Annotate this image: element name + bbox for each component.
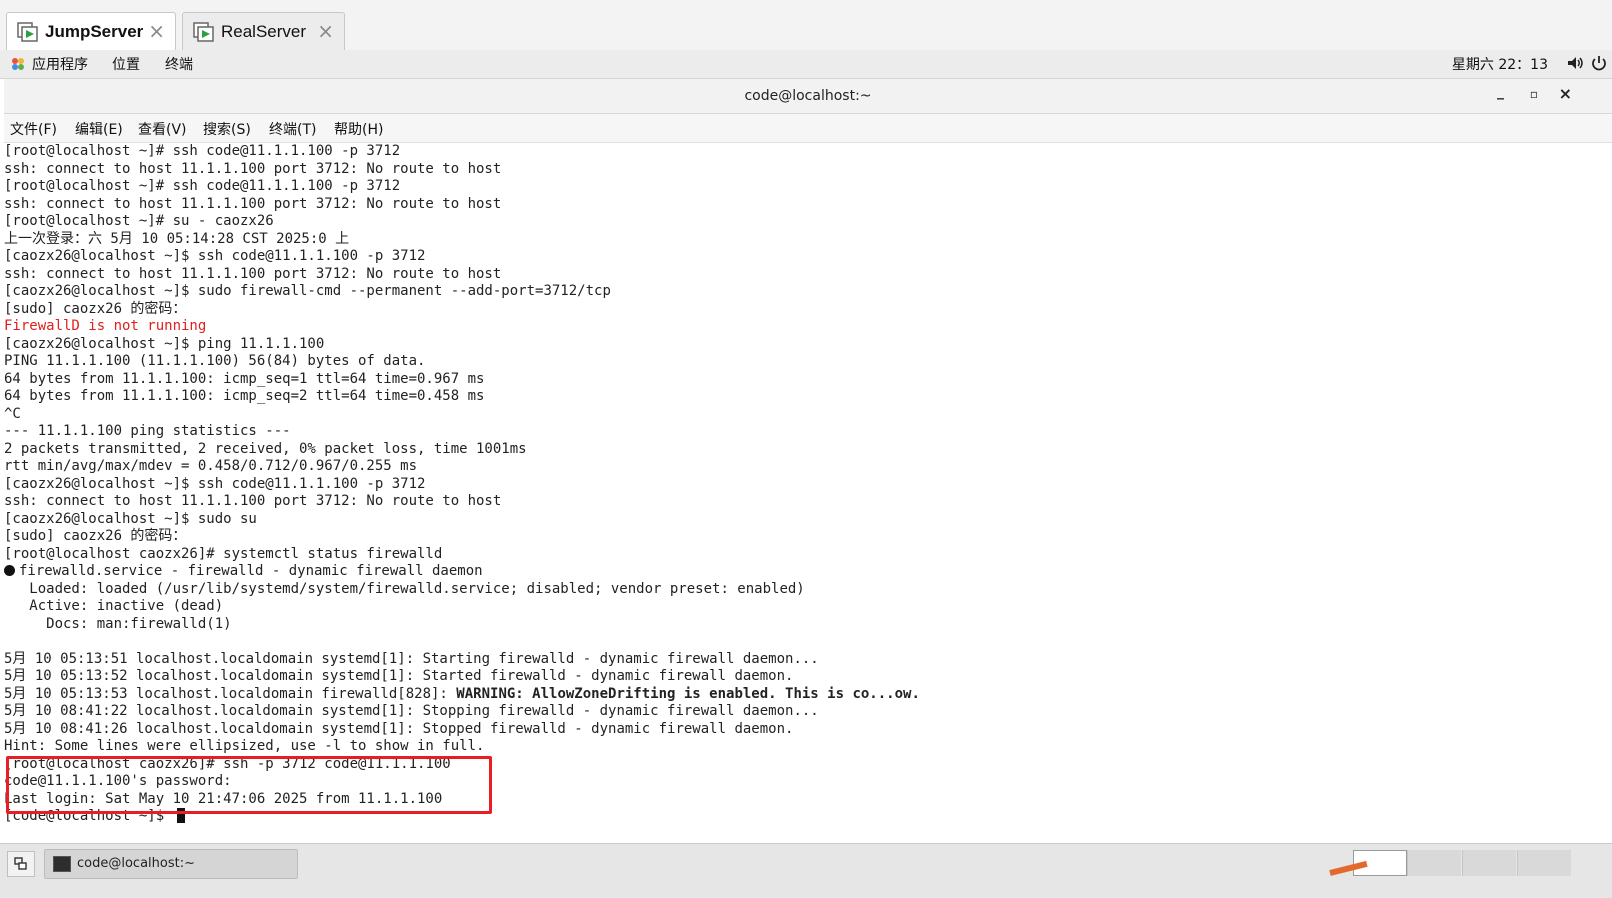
menu-file[interactable]: 文件(F) [10, 119, 57, 139]
terminal-output[interactable]: [root@localhost ~]# ssh code@11.1.1.100 … [4, 143, 1612, 843]
menu-terminal[interactable]: 终端(T) [269, 119, 316, 139]
terminal-line: 64 bytes from 11.1.1.100: icmp_seq=1 ttl… [4, 370, 485, 387]
terminal-icon [53, 856, 71, 872]
terminal-line: Active: inactive (dead) [4, 598, 224, 614]
service-name: firewalld.service - firewalld - dynamic … [19, 563, 483, 579]
terminal-line: [caozx26@localhost ~]$ sudo firewall-cmd… [4, 283, 611, 299]
terminal-line: Loaded: loaded (/usr/lib/systemd/system/… [4, 580, 805, 597]
terminal-menu[interactable]: 终端 [165, 54, 193, 74]
terminal-line: rtt min/avg/max/mdev = 0.458/0.712/0.967… [4, 458, 418, 474]
gnome-top-bar: 应用程序 位置 终端 星期六 22：13 [0, 50, 1612, 79]
close-button[interactable]: × [1559, 84, 1572, 103]
applications-icon [10, 56, 26, 76]
terminal-line: [caozx26@localhost ~]$ ping 11.1.1.100 [4, 335, 325, 352]
log-prefix: 5月 10 05:13:53 localhost.localdomain fir… [4, 685, 457, 702]
terminal-line: [sudo] caozx26 的密码： [4, 300, 187, 317]
window-title-bar[interactable]: code@localhost:~ _ ▫ × [4, 79, 1612, 114]
power-icon[interactable] [1590, 54, 1608, 76]
vm-tab-label: RealServer [221, 21, 307, 41]
terminal-line: 5月 10 05:13:53 localhost.localdomain fir… [4, 686, 920, 704]
clock[interactable]: 星期六 22：13 [1452, 54, 1548, 74]
workspace-3[interactable] [1462, 850, 1516, 876]
taskbar-terminal-button[interactable]: code@localhost:~ [44, 849, 298, 879]
vm-tab-strip: JumpServer × RealServer × [0, 0, 1612, 51]
terminal-line: ssh: connect to host 11.1.1.100 port 371… [4, 195, 502, 212]
terminal-menubar: 文件(F) 编辑(E) 查看(V) 搜索(S) 终端(T) 帮助(H) [4, 114, 1612, 143]
menu-help[interactable]: 帮助(H) [334, 119, 383, 139]
window-title: code@localhost:~ [744, 88, 872, 104]
terminal-line: PING 11.1.1.100 (11.1.1.100) 56(84) byte… [4, 353, 426, 369]
menu-view[interactable]: 查看(V) [138, 119, 187, 139]
terminal-line: 5月 10 08:41:22 localhost.localdomain sys… [4, 703, 819, 719]
highlight-box [6, 756, 492, 814]
terminal-line: [root@localhost ~]# ssh code@11.1.1.100 … [4, 178, 401, 194]
vm-play-icon [17, 21, 39, 42]
terminal-line: [root@localhost caozx26]# systemctl stat… [4, 545, 443, 562]
terminal-line: ssh: connect to host 11.1.1.100 port 371… [4, 265, 502, 282]
terminal-line: 5月 10 05:13:51 localhost.localdomain sys… [4, 650, 819, 667]
menu-edit[interactable]: 编辑(E) [75, 119, 123, 139]
terminal-line: ^C [4, 405, 21, 422]
show-desktop-icon[interactable] [7, 851, 35, 877]
terminal-line: [sudo] caozx26 的密码： [4, 528, 187, 544]
status-dot-icon [4, 565, 15, 576]
terminal-line: Hint: Some lines were ellipsized, use -l… [4, 738, 485, 754]
applications-menu[interactable]: 应用程序 [32, 54, 88, 74]
screen: JumpServer × RealServer × 应用程序 位置 终端 星期六… [0, 0, 1612, 898]
terminal-line: 64 bytes from 11.1.1.100: icmp_seq=2 ttl… [4, 388, 485, 404]
close-icon[interactable]: × [148, 21, 165, 41]
error-line: FirewallD is not running [4, 318, 207, 334]
terminal-line: [caozx26@localhost ~]$ sudo su [4, 510, 257, 527]
terminal-line: [caozx26@localhost ~]$ ssh code@11.1.1.1… [4, 248, 426, 264]
terminal-line: ssh: connect to host 11.1.1.100 port 371… [4, 493, 502, 509]
terminal-line: 上一次登录：六 5月 10 05:14:28 CST 2025:0 上 [4, 230, 350, 247]
vm-tab-jumpserver[interactable]: JumpServer × [6, 12, 176, 50]
terminal-line: [root@localhost ~]# su - caozx26 [4, 213, 274, 229]
terminal-line: Docs: man:firewalld(1) [4, 615, 232, 632]
terminal-line: firewalld.service - firewalld - dynamic … [4, 563, 483, 581]
vm-tab-realserver[interactable]: RealServer × [182, 12, 345, 50]
terminal-line: --- 11.1.1.100 ping statistics --- [4, 423, 291, 439]
taskbar-task-label: code@localhost:~ [77, 856, 195, 871]
terminal-line: 2 packets transmitted, 2 received, 0% pa… [4, 440, 527, 457]
vm-play-icon [193, 21, 215, 42]
terminal-line: ssh: connect to host 11.1.1.100 port 371… [4, 160, 502, 177]
vm-tab-label: JumpServer [45, 21, 144, 41]
menu-search[interactable]: 搜索(S) [203, 119, 251, 139]
bottom-taskbar: code@localhost:~ [0, 843, 1612, 898]
close-icon[interactable]: × [317, 21, 334, 41]
maximize-button[interactable]: ▫ [1530, 87, 1538, 101]
minimize-button[interactable]: _ [1497, 84, 1504, 100]
places-menu[interactable]: 位置 [112, 54, 140, 74]
warning-text: WARNING: AllowZoneDrifting is enabled. T… [456, 685, 920, 702]
terminal-line: [root@localhost ~]# ssh code@11.1.1.100 … [4, 143, 401, 159]
terminal-line: [caozx26@localhost ~]$ ssh code@11.1.1.1… [4, 475, 426, 492]
workspace-4[interactable] [1517, 850, 1571, 876]
terminal-line: 5月 10 05:13:52 localhost.localdomain sys… [4, 668, 794, 684]
workspace-2[interactable] [1407, 850, 1461, 876]
volume-icon[interactable] [1566, 54, 1584, 76]
terminal-line: 5月 10 08:41:26 localhost.localdomain sys… [4, 720, 794, 737]
